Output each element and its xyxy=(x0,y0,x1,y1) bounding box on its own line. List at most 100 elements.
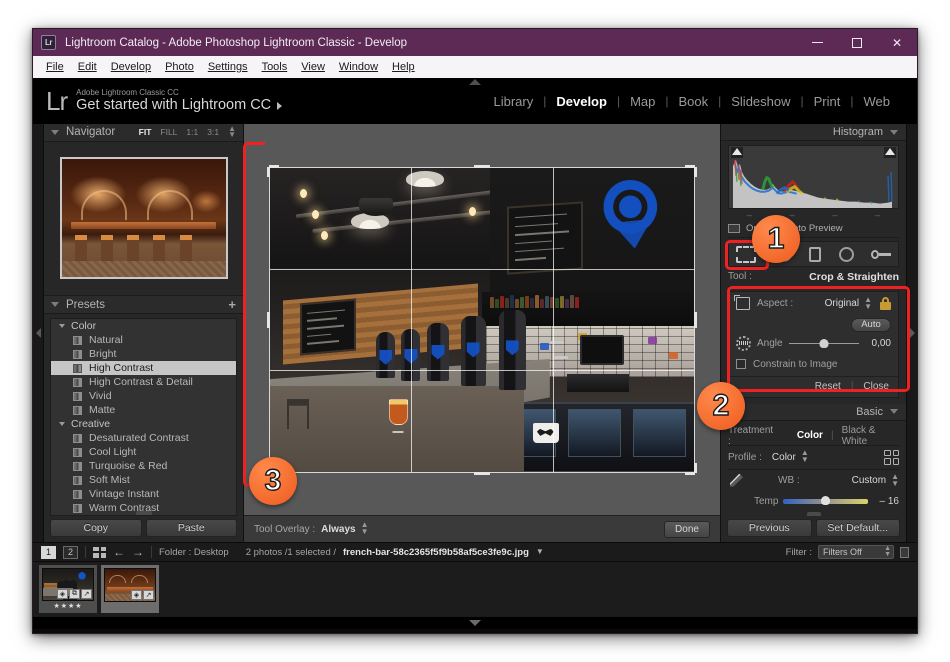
back-arrow-icon[interactable]: ← xyxy=(113,546,125,558)
presets-header[interactable]: Presets + xyxy=(44,295,243,314)
preset-high-contrast-detail[interactable]: High Contrast & Detail xyxy=(51,375,236,389)
module-print[interactable]: Print xyxy=(804,94,851,109)
zoom-fit[interactable]: FIT xyxy=(139,127,152,137)
left-panel-collapse-bar[interactable] xyxy=(33,124,44,542)
crop-frame-icon[interactable] xyxy=(734,295,750,311)
navigator-header[interactable]: Navigator FIT FILL 1:1 3:1 ▲ ▼ xyxy=(44,124,243,142)
angle-row[interactable]: Angle 0,00 xyxy=(729,334,898,356)
menu-settings[interactable]: Settings xyxy=(201,59,255,75)
aspect-stepper-icon[interactable]: ▲ ▼ xyxy=(864,296,872,311)
badge-icon[interactable]: ⧉ xyxy=(69,589,80,599)
zoom-3-1[interactable]: 3:1 xyxy=(207,127,219,137)
folder-label[interactable]: Folder : Desktop xyxy=(159,547,229,558)
profile-stepper-icon[interactable]: ▲ ▼ xyxy=(801,449,809,464)
chevron-down-icon[interactable]: ▼ xyxy=(536,548,544,556)
forward-arrow-icon[interactable]: → xyxy=(132,546,144,558)
set-default-button[interactable]: Set Default... xyxy=(815,519,900,537)
treatment-color-option[interactable]: Color xyxy=(797,430,823,441)
profile-browser-icon[interactable] xyxy=(884,449,899,465)
identity-plate[interactable]: Adobe Lightroom Classic CC Get started w… xyxy=(76,88,283,115)
preset-high-contrast[interactable]: High Contrast xyxy=(51,361,236,375)
menu-help[interactable]: Help xyxy=(385,59,422,75)
preset-matte[interactable]: Matte xyxy=(51,403,236,417)
basic-header[interactable]: Basic xyxy=(721,403,906,421)
filmstrip-item-1[interactable]: ◈ ⧉ ↗ ★★★★ xyxy=(39,565,97,613)
white-balance-selector-icon[interactable] xyxy=(728,473,744,489)
crop-handle-top-left[interactable] xyxy=(269,164,279,168)
preset-group-color[interactable]: Color xyxy=(51,319,236,333)
preset-group-creative[interactable]: Creative xyxy=(51,417,236,431)
aspect-row[interactable]: Aspect : Original ▲ ▼ xyxy=(729,292,898,316)
adjustment-brush-icon[interactable] xyxy=(871,246,891,263)
menu-edit[interactable]: Edit xyxy=(71,59,104,75)
constrain-row[interactable]: Constrain to Image xyxy=(729,356,898,376)
module-develop[interactable]: Develop xyxy=(546,94,617,109)
chevron-down-icon[interactable] xyxy=(51,302,59,307)
crop-handle-top-right[interactable] xyxy=(694,166,697,177)
monitor-2-button[interactable]: 2 xyxy=(63,545,78,559)
crop-handle-top-left[interactable] xyxy=(267,166,270,177)
copy-button[interactable]: Copy xyxy=(50,519,142,537)
previous-button[interactable]: Previous xyxy=(727,519,812,537)
badge-icon[interactable]: ↗ xyxy=(143,590,154,600)
shadow-clipping-indicator-icon[interactable] xyxy=(732,148,742,155)
close-button[interactable]: ✕ xyxy=(877,29,917,56)
minimize-button[interactable] xyxy=(797,29,837,56)
module-book[interactable]: Book xyxy=(668,94,718,109)
preset-desaturated-contrast[interactable]: Desaturated Contrast xyxy=(51,431,236,445)
crop-handle-bottom[interactable] xyxy=(474,471,490,475)
crop-handle-bottom-right[interactable] xyxy=(694,462,697,473)
tool-overlay-value[interactable]: Always xyxy=(321,524,355,535)
reset-crop-button[interactable]: Reset xyxy=(815,381,841,392)
menu-window[interactable]: Window xyxy=(332,59,385,75)
panel-resize-handle[interactable] xyxy=(135,511,152,515)
temperature-value[interactable]: – 16 xyxy=(873,496,899,507)
histogram-graph[interactable] xyxy=(728,145,899,209)
navigator-thumbnail[interactable] xyxy=(59,157,228,280)
preset-turquoise-red[interactable]: Turquoise & Red xyxy=(51,459,236,473)
menu-photo[interactable]: Photo xyxy=(158,59,201,75)
temperature-slider[interactable] xyxy=(783,495,868,505)
add-preset-icon[interactable]: + xyxy=(228,298,236,311)
angle-slider-knob[interactable] xyxy=(819,338,829,348)
preset-vintage-instant[interactable]: Vintage Instant xyxy=(51,487,236,501)
menu-tools[interactable]: Tools xyxy=(255,59,295,75)
chevron-down-icon[interactable] xyxy=(890,409,898,415)
preset-vivid[interactable]: Vivid xyxy=(51,389,236,403)
preset-cool-light[interactable]: Cool Light xyxy=(51,445,236,459)
graduated-filter-icon[interactable] xyxy=(838,246,854,262)
menu-view[interactable]: View xyxy=(294,59,332,75)
crop-handle-right[interactable] xyxy=(694,311,697,328)
filter-flag-icon[interactable] xyxy=(900,546,909,558)
module-web[interactable]: Web xyxy=(854,94,901,109)
filmstrip-item-2[interactable]: ◈ ↗ xyxy=(101,565,159,613)
filter-select[interactable]: Filters Off ▲ ▼ xyxy=(818,545,894,559)
angle-value[interactable]: 0,00 xyxy=(865,338,891,349)
current-filename[interactable]: french-bar-58c2365f5f9b58af5ce3fe9c.jpg xyxy=(343,547,529,558)
module-library[interactable]: Library xyxy=(483,94,543,109)
crop-handle-left[interactable] xyxy=(267,311,270,328)
zoom-fill[interactable]: FILL xyxy=(160,127,177,137)
maximize-button[interactable] xyxy=(837,29,877,56)
profile-value[interactable]: Color xyxy=(772,452,796,463)
chevron-down-icon[interactable] xyxy=(51,129,59,135)
histogram-header[interactable]: Histogram xyxy=(721,124,906,141)
preset-bright[interactable]: Bright xyxy=(51,347,236,361)
preset-soft-mist[interactable]: Soft Mist xyxy=(51,473,236,487)
preset-natural[interactable]: Natural xyxy=(51,333,236,347)
bottom-panel-collapse-bar[interactable] xyxy=(33,616,917,629)
filter-stepper-icon[interactable]: ▲ ▼ xyxy=(884,545,891,558)
red-eye-icon[interactable] xyxy=(809,246,821,262)
chevron-right-icon[interactable] xyxy=(277,101,283,110)
treatment-bw-option[interactable]: Black & White xyxy=(842,425,899,447)
thumbnail-rating[interactable]: ★★★★ xyxy=(53,602,82,610)
module-slideshow[interactable]: Slideshow xyxy=(721,94,800,109)
paste-button[interactable]: Paste xyxy=(145,519,237,537)
presets-list[interactable]: Color Natural Bright High Contrast High … xyxy=(50,318,237,516)
grid-view-icon[interactable] xyxy=(93,546,106,558)
highlight-clipping-indicator-icon[interactable] xyxy=(885,148,895,155)
temperature-slider-knob[interactable] xyxy=(820,495,830,505)
aspect-value[interactable]: Original xyxy=(825,298,859,309)
wb-stepper-icon[interactable]: ▲ ▼ xyxy=(891,472,899,488)
chevron-down-icon[interactable] xyxy=(890,129,898,135)
